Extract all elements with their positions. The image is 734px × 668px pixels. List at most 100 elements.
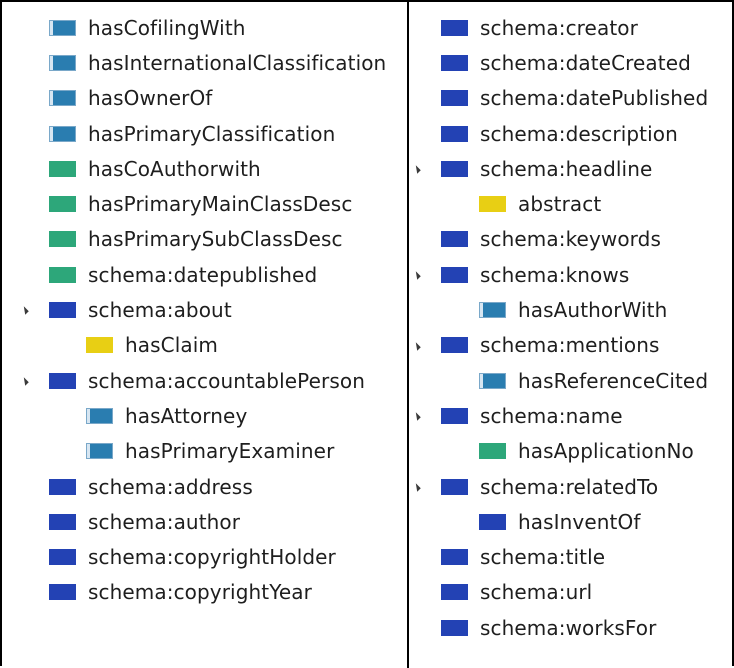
tree-item[interactable]: hasAttorney (16, 398, 401, 433)
tree-item-label: hasCofilingWith (88, 15, 246, 40)
tree-item[interactable]: schema:copyrightHolder (16, 539, 401, 574)
expand-arrow-icon[interactable] (20, 377, 29, 386)
color-swatch-icon (49, 478, 76, 495)
color-swatch-icon (479, 302, 506, 319)
color-swatch-icon (49, 584, 76, 601)
tree-item-label: hasAuthorWith (518, 298, 668, 323)
color-swatch-icon (49, 196, 76, 213)
tree-item[interactable]: schema:author (16, 504, 401, 539)
tree-item-label: schema:worksFor (480, 615, 657, 640)
tree-item[interactable]: schema:mentions (410, 328, 730, 363)
color-swatch-icon (86, 443, 113, 460)
expand-arrow-icon[interactable] (412, 165, 421, 174)
color-swatch-icon (49, 302, 76, 319)
tree-item[interactable]: hasCoAuthorwith (16, 151, 401, 186)
color-swatch-icon (49, 90, 76, 107)
tree-item[interactable]: schema:headline (410, 151, 730, 186)
tree-item-label: schema:datePublished (480, 86, 709, 111)
tree-item-label: schema:keywords (480, 227, 661, 252)
tree-item-label: schema:copyrightHolder (88, 545, 336, 570)
color-swatch-icon (441, 619, 468, 636)
tree-item-label: hasPrimaryMainClassDesc (88, 192, 353, 217)
color-swatch-icon (441, 125, 468, 142)
tree-item[interactable]: hasPrimaryMainClassDesc (16, 186, 401, 221)
color-swatch-icon (49, 513, 76, 530)
tree-item[interactable]: hasInternationalClassification (16, 45, 401, 80)
tree-item[interactable]: schema:knows (410, 257, 730, 292)
tree-item[interactable]: schema:dateCreated (410, 45, 730, 80)
color-swatch-icon (441, 337, 468, 354)
color-swatch-icon (86, 407, 113, 424)
right-tree: schema:creator schema:dateCreated schema:d… (410, 10, 730, 645)
tree-item-label: hasReferenceCited (518, 368, 709, 393)
tree-item[interactable]: schema:title (410, 539, 730, 574)
tree-item-label: schema:headline (480, 156, 653, 181)
tree-item-label: schema:about (88, 298, 232, 323)
tree-item[interactable]: hasAuthorWith (410, 292, 730, 327)
tree-item[interactable]: hasApplicationNo (410, 434, 730, 469)
tree-item-label: hasOwnerOf (88, 86, 213, 111)
color-swatch-icon (49, 549, 76, 566)
tree-item-label: hasPrimaryClassification (88, 121, 336, 146)
column-divider (407, 0, 409, 668)
tree-item-label: schema:mentions (480, 333, 660, 358)
color-swatch-icon (49, 125, 76, 142)
tree-item-label: hasApplicationNo (518, 439, 694, 464)
color-swatch-icon (441, 231, 468, 248)
tree-item[interactable]: schema:relatedTo (410, 469, 730, 504)
tree-item[interactable]: schema:accountablePerson (16, 363, 401, 398)
tree-item-label: schema:relatedTo (480, 474, 659, 499)
color-swatch-icon (441, 54, 468, 71)
tree-item-label: hasPrimarySubClassDesc (88, 227, 343, 252)
color-swatch-icon (441, 266, 468, 283)
color-swatch-icon (49, 19, 76, 36)
color-swatch-icon (479, 196, 506, 213)
left-tree: hasCofilingWith hasInternationalClassific… (16, 10, 401, 610)
expand-arrow-icon[interactable] (412, 483, 421, 492)
color-swatch-icon (479, 443, 506, 460)
tree-item[interactable]: hasPrimarySubClassDesc (16, 222, 401, 257)
tree-item[interactable]: hasPrimaryExaminer (16, 434, 401, 469)
tree-item-label: hasInternationalClassification (88, 50, 387, 75)
color-swatch-icon (441, 90, 468, 107)
color-swatch-icon (441, 407, 468, 424)
tree-item[interactable]: schema:datepublished (16, 257, 401, 292)
tree-item-label: schema:datepublished (88, 262, 318, 287)
expand-arrow-icon[interactable] (412, 341, 421, 351)
tree-item[interactable]: schema:worksFor (410, 610, 730, 645)
expand-arrow-icon[interactable] (20, 306, 29, 316)
tree-item-label: schema:dateCreated (480, 50, 691, 75)
color-swatch-icon (49, 231, 76, 248)
color-swatch-icon (441, 19, 468, 36)
tree-item[interactable]: hasClaim (16, 328, 401, 363)
tree-item[interactable]: schema:creator (410, 10, 730, 45)
tree-item[interactable]: schema:address (16, 469, 401, 504)
tree-item-label: schema:author (88, 509, 241, 534)
tree-item[interactable]: schema:keywords (410, 222, 730, 257)
expand-arrow-icon[interactable] (412, 271, 421, 280)
tree-item[interactable]: hasReferenceCited (410, 363, 730, 398)
tree-item[interactable]: hasInventOf (410, 504, 730, 539)
color-swatch-icon (441, 549, 468, 566)
tree-item[interactable]: schema:url (410, 575, 730, 610)
tree-item-label: schema:copyrightYear (88, 580, 312, 605)
tree-item-label: hasPrimaryExaminer (125, 439, 335, 464)
color-swatch-icon (49, 54, 76, 71)
tree-item[interactable]: schema:name (410, 398, 730, 433)
tree-item[interactable]: schema:description (410, 116, 730, 151)
color-swatch-icon (441, 478, 468, 495)
tree-item-label: schema:url (480, 580, 593, 605)
tree-item-label: hasAttorney (125, 403, 248, 428)
tree-item[interactable]: abstract (410, 186, 730, 221)
tree-item[interactable]: hasCofilingWith (16, 10, 401, 45)
color-swatch-icon (86, 337, 113, 354)
tree-item[interactable]: hasOwnerOf (16, 81, 401, 116)
tree-item[interactable]: schema:copyrightYear (16, 575, 401, 610)
tree-item-label: schema:knows (480, 262, 630, 287)
tree-item[interactable]: hasPrimaryClassification (16, 116, 401, 151)
tree-item[interactable]: schema:about (16, 292, 401, 327)
tree-item[interactable]: schema:datePublished (410, 81, 730, 116)
tree-item-label: schema:creator (480, 15, 638, 40)
tree-item-label: schema:address (88, 474, 253, 499)
expand-arrow-icon[interactable] (412, 412, 421, 422)
